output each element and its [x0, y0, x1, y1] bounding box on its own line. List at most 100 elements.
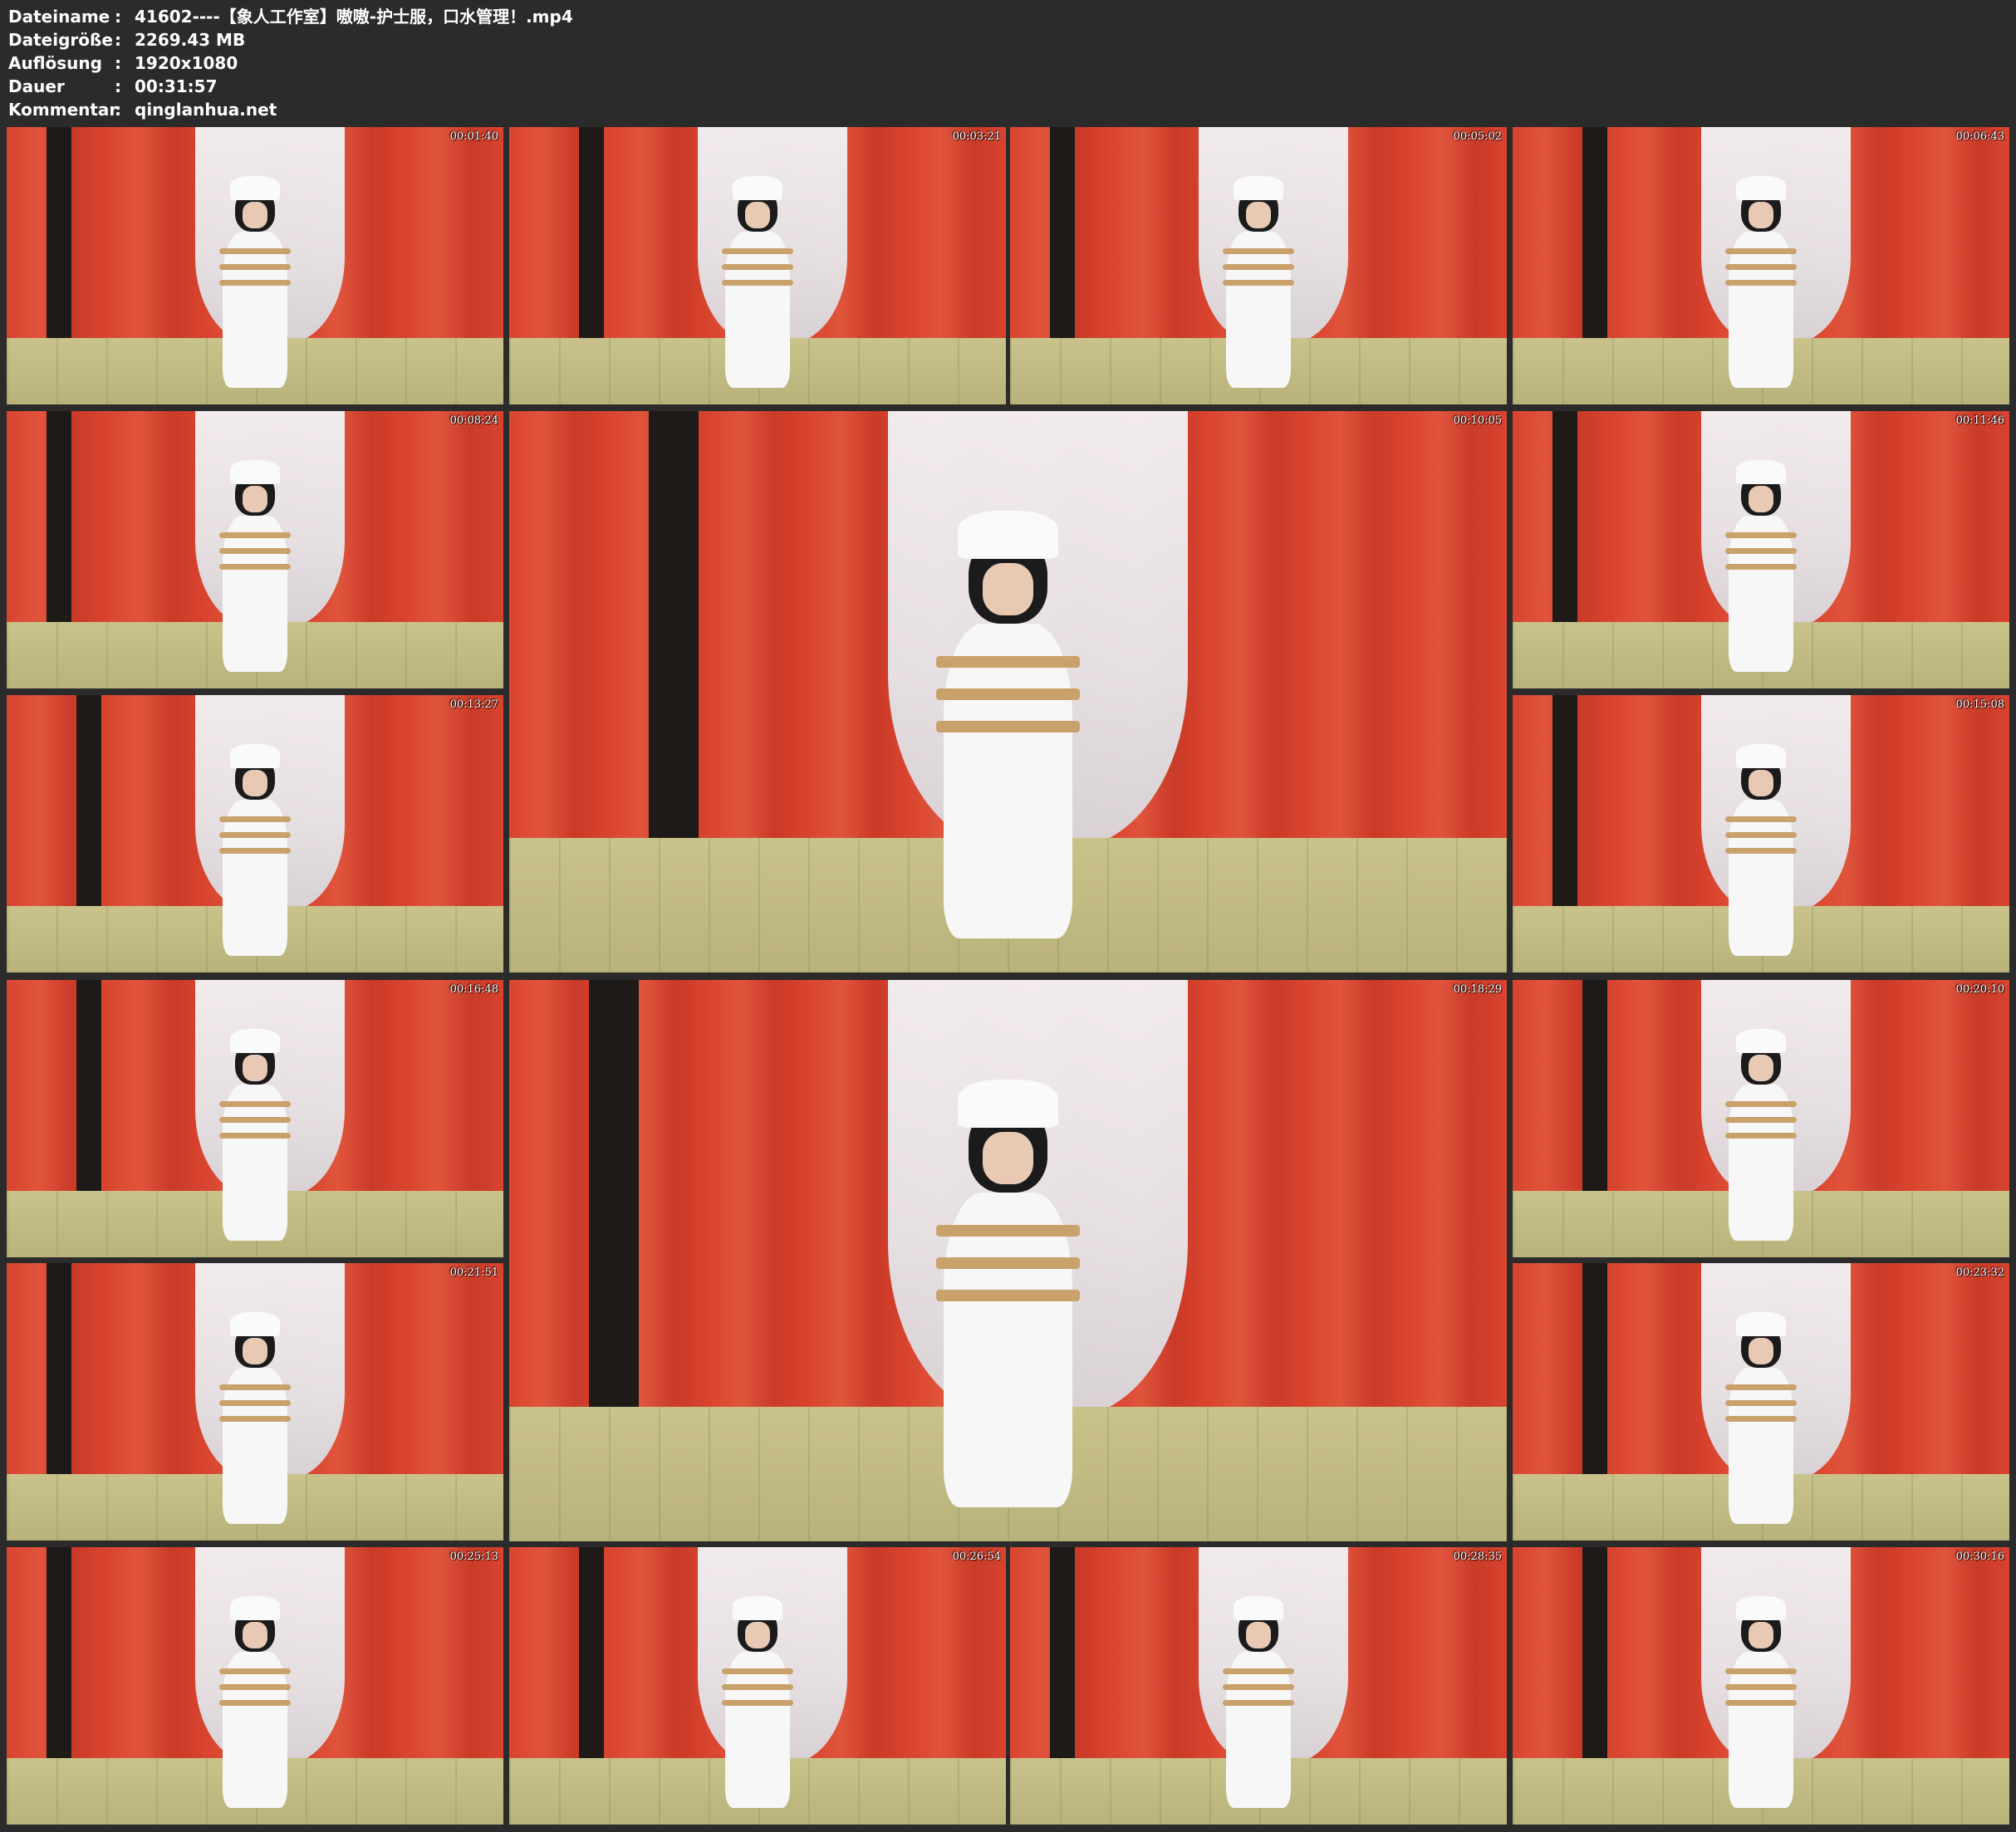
face	[1748, 202, 1774, 228]
door-frame	[1582, 1547, 1607, 1758]
uniform	[943, 623, 1073, 939]
rope	[936, 655, 1080, 669]
thumbnail-timestamp: 00:15:08	[1955, 698, 2004, 711]
video-thumbnail: 00:30:16	[1513, 1547, 2009, 1825]
video-thumbnail: 00:15:08	[1513, 695, 2009, 972]
nurse-cap	[229, 1029, 281, 1053]
nurse-cap	[229, 460, 281, 484]
kneeling-figure	[713, 176, 802, 388]
rope	[1222, 247, 1295, 254]
rope	[218, 1100, 292, 1107]
uniform	[223, 232, 287, 388]
rope	[218, 531, 292, 538]
rope	[1724, 280, 1798, 287]
thumbnail-timestamp: 00:26:54	[952, 1550, 1001, 1563]
face	[1245, 1622, 1272, 1648]
nurse-cap	[1735, 176, 1787, 200]
rope	[1724, 547, 1798, 555]
rope	[1724, 263, 1798, 271]
thumbnail-timestamp: 00:03:21	[952, 130, 1001, 143]
door-frame	[76, 980, 101, 1191]
video-thumbnail: 00:21:51	[7, 1263, 503, 1541]
nurse-cap	[957, 510, 1058, 559]
rope	[218, 280, 292, 287]
door-frame	[1582, 127, 1607, 338]
rope	[1222, 1683, 1295, 1691]
door-frame	[1049, 1547, 1075, 1758]
rope	[218, 1116, 292, 1124]
video-thumbnail: 00:20:10	[1513, 980, 2009, 1257]
video-thumbnail: 00:13:27	[7, 695, 503, 972]
kneeling-figure	[210, 744, 300, 956]
uniform	[1729, 800, 1793, 956]
video-thumbnail: 00:23:32	[1513, 1263, 2009, 1541]
rope	[218, 247, 292, 254]
nurse-cap	[1735, 460, 1787, 484]
face	[1245, 202, 1272, 228]
nurse-cap	[229, 744, 281, 768]
rope	[1724, 1100, 1798, 1107]
rope	[1222, 280, 1295, 287]
nurse-cap	[229, 1312, 281, 1336]
thumbnail-timestamp: 00:13:27	[449, 698, 498, 711]
rope	[1724, 1700, 1798, 1707]
face	[242, 486, 268, 512]
kneeling-figure	[210, 460, 300, 672]
uniform	[223, 1652, 287, 1808]
door-frame	[46, 1263, 71, 1474]
rope	[218, 1668, 292, 1674]
thumbnail-grid: 00:01:40 00:03:21 00:05:02 00:06:43 00:08:24…	[0, 0, 2016, 1832]
uniform	[1226, 1652, 1291, 1808]
thumbnail-timestamp: 00:23:32	[1955, 1266, 2004, 1279]
face	[983, 562, 1033, 616]
video-thumbnail: 00:03:21	[509, 127, 1006, 404]
nurse-cap	[732, 176, 783, 200]
rope	[1724, 848, 1798, 855]
uniform	[725, 1652, 790, 1808]
kneeling-figure	[713, 1596, 802, 1808]
door-frame	[1582, 1263, 1607, 1474]
thumbnail-timestamp: 00:11:46	[1955, 414, 2004, 427]
thumbnail-timestamp: 00:20:10	[1955, 983, 2004, 996]
rope	[1222, 1700, 1295, 1707]
kneeling-figure	[1716, 1596, 1806, 1808]
face	[1748, 486, 1774, 512]
thumbnail-timestamp: 00:05:02	[1453, 130, 1502, 143]
rope	[218, 1683, 292, 1691]
rope	[1724, 1683, 1798, 1691]
thumbnail-timestamp: 00:18:29	[1453, 983, 1502, 996]
rope	[1222, 1668, 1295, 1674]
rope	[936, 1289, 1080, 1302]
uniform	[1729, 232, 1793, 388]
rope	[1724, 1668, 1798, 1674]
nurse-cap	[1233, 176, 1284, 200]
rope	[1724, 1384, 1798, 1390]
face	[744, 202, 771, 228]
rope	[936, 720, 1080, 733]
nurse-cap	[957, 1079, 1058, 1128]
nurse-cap	[732, 1596, 783, 1620]
kneeling-figure	[1716, 744, 1806, 956]
rope	[721, 1668, 794, 1674]
rope	[218, 1399, 292, 1407]
rope	[218, 263, 292, 271]
nurse-cap	[1735, 1596, 1787, 1620]
nurse-cap	[229, 176, 281, 200]
kneeling-figure	[1716, 176, 1806, 388]
face	[1748, 1338, 1774, 1364]
video-thumbnail: 00:16:48	[7, 980, 503, 1257]
rope	[1724, 1416, 1798, 1423]
face	[1748, 770, 1774, 796]
thumbnail-timestamp: 00:21:51	[449, 1266, 498, 1279]
face	[242, 1055, 268, 1081]
kneeling-figure	[210, 1596, 300, 1808]
rope	[218, 1700, 292, 1707]
rope	[1724, 1116, 1798, 1124]
door-frame	[1582, 980, 1607, 1191]
door-frame	[46, 127, 71, 338]
thumbnail-timestamp: 00:28:35	[1453, 1550, 1502, 1563]
face	[242, 202, 268, 228]
rope	[721, 247, 794, 254]
door-frame	[589, 980, 640, 1407]
rope	[936, 1224, 1080, 1237]
